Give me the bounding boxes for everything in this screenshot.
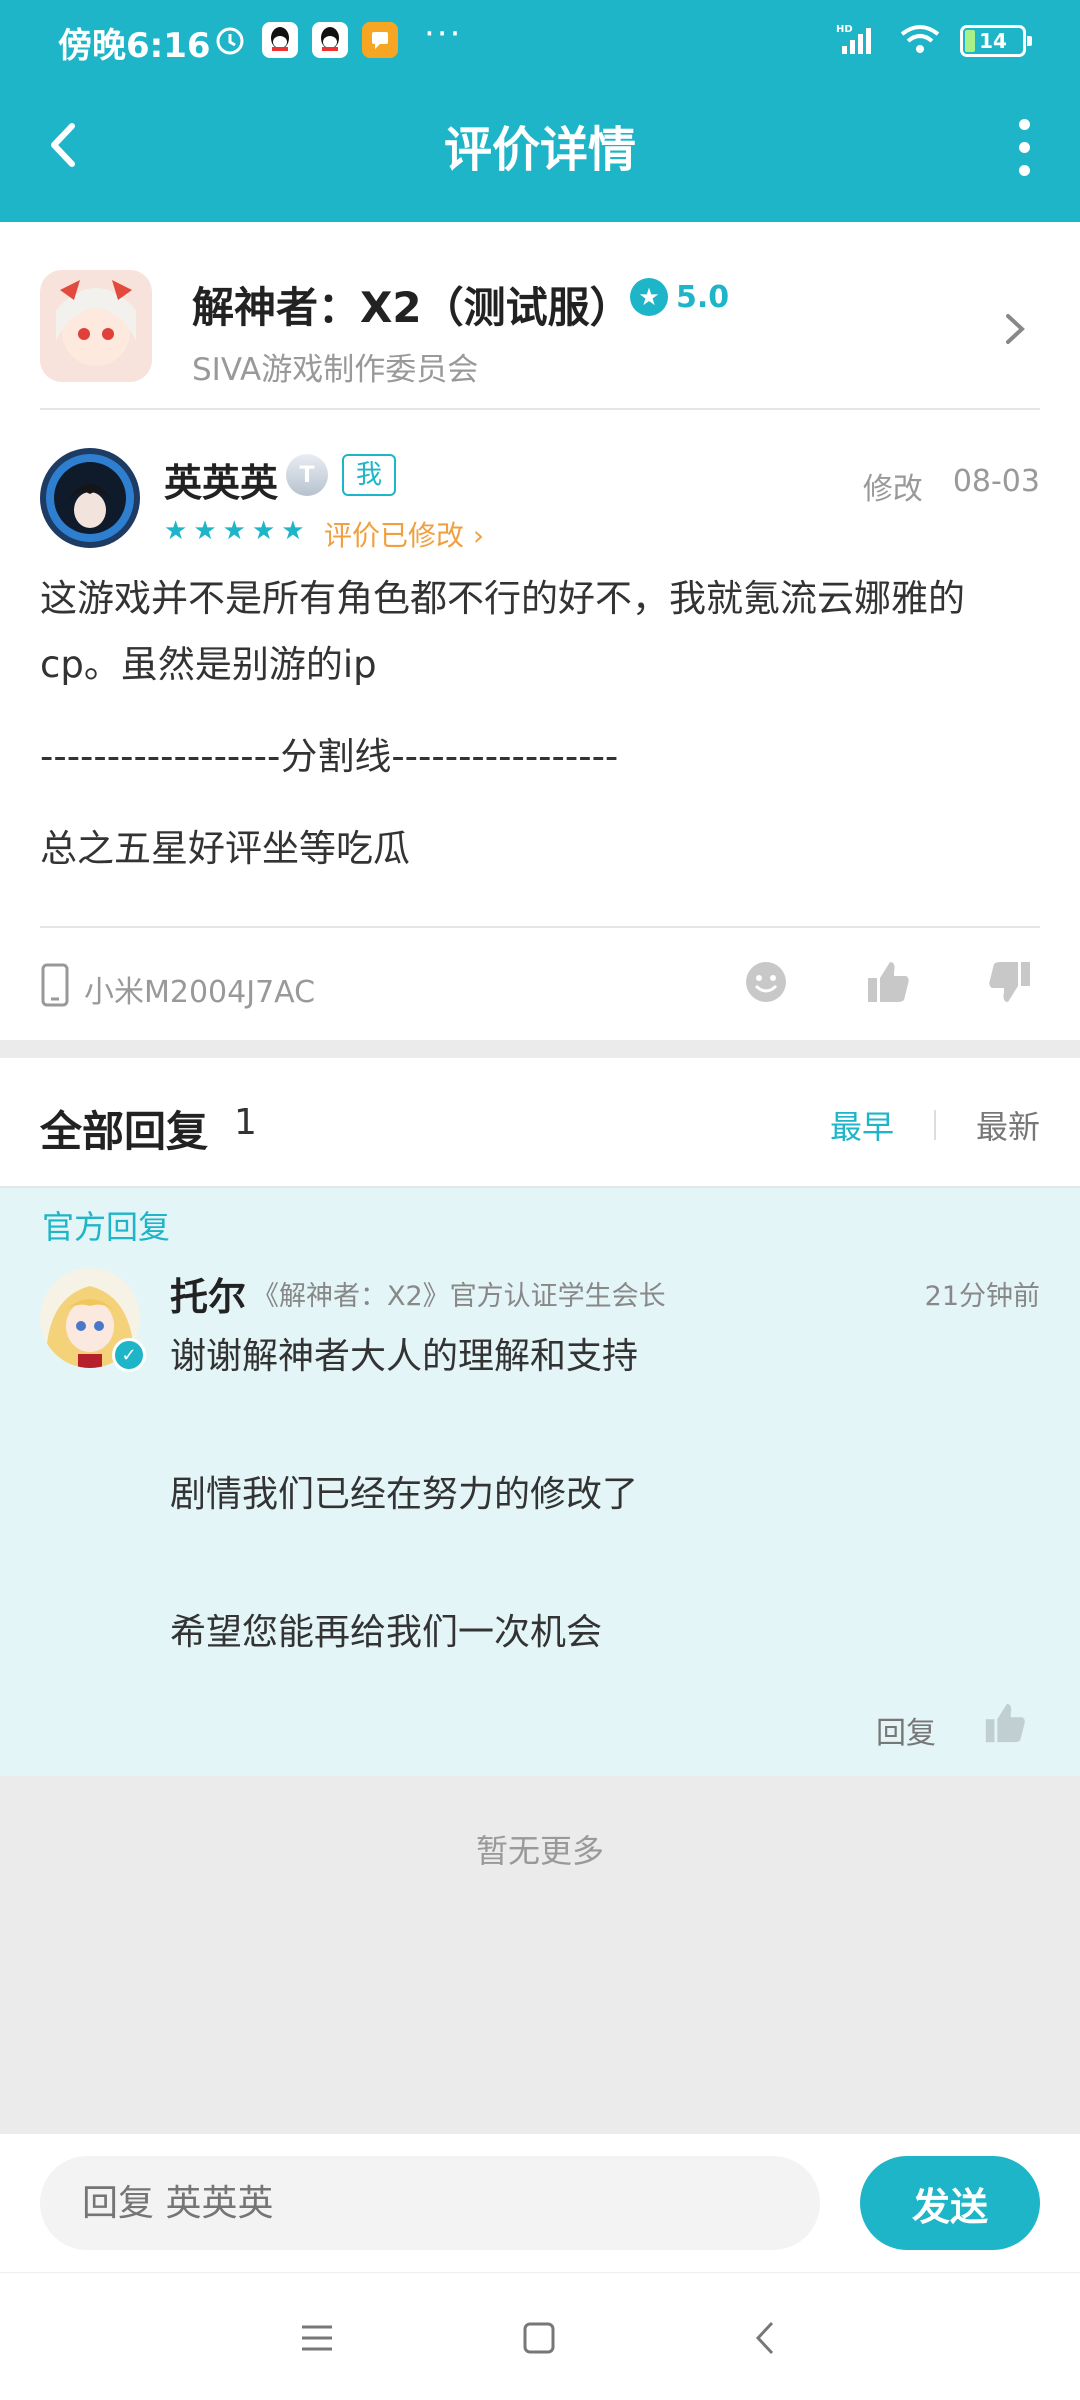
emoji-icon[interactable] (742, 958, 790, 1006)
alarm-icon (212, 22, 248, 58)
me-tag: 我 (342, 454, 397, 496)
battery-icon: 14 (960, 25, 1032, 57)
review-footer: 小米M2004J7AC (40, 926, 1040, 1040)
dot (1018, 164, 1030, 176)
app-icon (40, 270, 152, 382)
thumbs-up-icon[interactable] (864, 958, 912, 1006)
review-content: 这游戏并不是所有角色都不行的好不，我就氪流云娜雅的cp。虽然是别游的ip ---… (40, 566, 1040, 908)
rating-value: 5.0 (676, 279, 730, 315)
menu-icon[interactable] (292, 2313, 342, 2363)
verified-icon: ✓ (112, 1338, 146, 1372)
system-nav-bar (0, 2272, 1080, 2400)
review-paragraph: ------------------分割线----------------- (40, 735, 619, 778)
sort-toggle: 最早 最新 (830, 1102, 1040, 1148)
review-actions (742, 958, 1034, 1006)
status-bar: 傍晚6:16 ··· HD 14 (0, 0, 1080, 84)
qq-icon (262, 22, 298, 58)
device-info: 小米M2004J7AC (40, 962, 315, 1016)
star-icon: ★ (193, 516, 217, 546)
official-time: 21分钟前 (924, 1281, 1040, 1312)
thumbs-down-icon[interactable] (986, 958, 1034, 1006)
replies-count: 1 (234, 1102, 257, 1143)
dot (1018, 141, 1030, 153)
svg-text:HD: HD (836, 24, 853, 35)
more-notifications-icon: ··· (424, 14, 463, 54)
replies-section: 全部回复 1 最早 最新 官方回复 ✓ 托尔 《解神者：X2》官方认证学生会长 … (0, 1058, 1080, 2158)
review-panel: 解神者：X2（测试服） ★ 5.0 SIVA游戏制作委员会 英英英 T 我 ★ … (0, 222, 1080, 1040)
edited-history-link[interactable]: 评价已修改 › (324, 514, 484, 554)
replies-title: 全部回复 (40, 1107, 209, 1156)
review-meta: 修改 08-03 (863, 464, 1040, 508)
app-rating: ★ 5.0 (630, 278, 729, 316)
thumbs-up-icon[interactable] (982, 1700, 1028, 1746)
send-button[interactable]: 发送 (860, 2156, 1040, 2250)
home-icon[interactable] (514, 2313, 564, 2363)
reply-bar: 发送 (0, 2132, 1080, 2272)
notification-icons (212, 22, 398, 58)
app-name: 解神者：X2（测试服） (192, 283, 632, 332)
status-right: HD 14 (836, 22, 1032, 60)
device-name: 小米M2004J7AC (84, 975, 316, 1010)
back-nav-icon[interactable] (742, 2313, 792, 2363)
app-card[interactable]: 解神者：X2（测试服） ★ 5.0 SIVA游戏制作委员会 (40, 248, 1040, 410)
qq-icon (312, 22, 348, 58)
reply-input[interactable] (40, 2156, 820, 2250)
official-avatar[interactable]: ✓ (40, 1268, 146, 1372)
review-paragraph: 这游戏并不是所有角色都不行的好不，我就氪流云娜雅的cp。虽然是别游的ip (40, 577, 965, 686)
official-reply-content: 谢谢解神者大人的理解和支持 剧情我们已经在努力的修改了 希望您能再给我们一次机会 (170, 1334, 638, 1748)
signal-icon: HD (836, 22, 880, 60)
reply-line: 剧情我们已经在努力的修改了 (170, 1474, 639, 1515)
reply-line: 谢谢解神者大人的理解和支持 (170, 1336, 639, 1377)
no-more-label: 暂无更多 (0, 1776, 1080, 2156)
header: 傍晚6:16 ··· HD 14 评价详情 (0, 0, 1080, 222)
user-name[interactable]: 英英英 (164, 452, 278, 507)
official-reply: 官方回复 ✓ 托尔 《解神者：X2》官方认证学生会长 21分钟前 谢谢解神者大人… (0, 1188, 1080, 1776)
phone-icon (40, 962, 70, 1016)
page-title: 评价详情 (443, 122, 636, 178)
message-icon (362, 22, 398, 58)
star-icon: ★ (630, 278, 668, 316)
user-avatar[interactable] (40, 448, 140, 548)
status-time: 傍晚6:16 (58, 26, 211, 66)
sort-latest-tab[interactable]: 最新 (976, 1102, 1040, 1148)
app-developer: SIVA游戏制作委员会 (192, 352, 479, 388)
review-paragraph: 总之五星好评坐等吃瓜 (40, 827, 410, 870)
divider (933, 1110, 936, 1140)
replies-header: 全部回复 1 最早 最新 (0, 1058, 1080, 1188)
official-title: 《解神者：X2》官方认证学生会长 (252, 1281, 666, 1312)
wifi-icon (898, 22, 942, 60)
chevron-right-icon (1000, 304, 1030, 354)
reply-line: 希望您能再给我们一次机会 (170, 1612, 603, 1653)
official-reply-label: 官方回复 (42, 1208, 171, 1246)
level-badge: T (286, 454, 328, 496)
star-icon: ★ (222, 516, 246, 546)
star-icon: ★ (251, 516, 276, 546)
reply-button[interactable]: 回复 (876, 1708, 936, 1752)
official-name[interactable]: 托尔 (170, 1266, 246, 1321)
rating-stars: ★ ★ ★ ★ ★ (164, 516, 305, 546)
star-icon: ★ (164, 516, 188, 546)
star-icon: ★ (281, 516, 305, 546)
more-options-button[interactable] (994, 112, 1054, 182)
review-date: 08-03 (952, 464, 1040, 499)
edit-button[interactable]: 修改 (863, 464, 923, 508)
sort-earliest-tab[interactable]: 最早 (830, 1102, 894, 1148)
dot (1018, 118, 1030, 130)
